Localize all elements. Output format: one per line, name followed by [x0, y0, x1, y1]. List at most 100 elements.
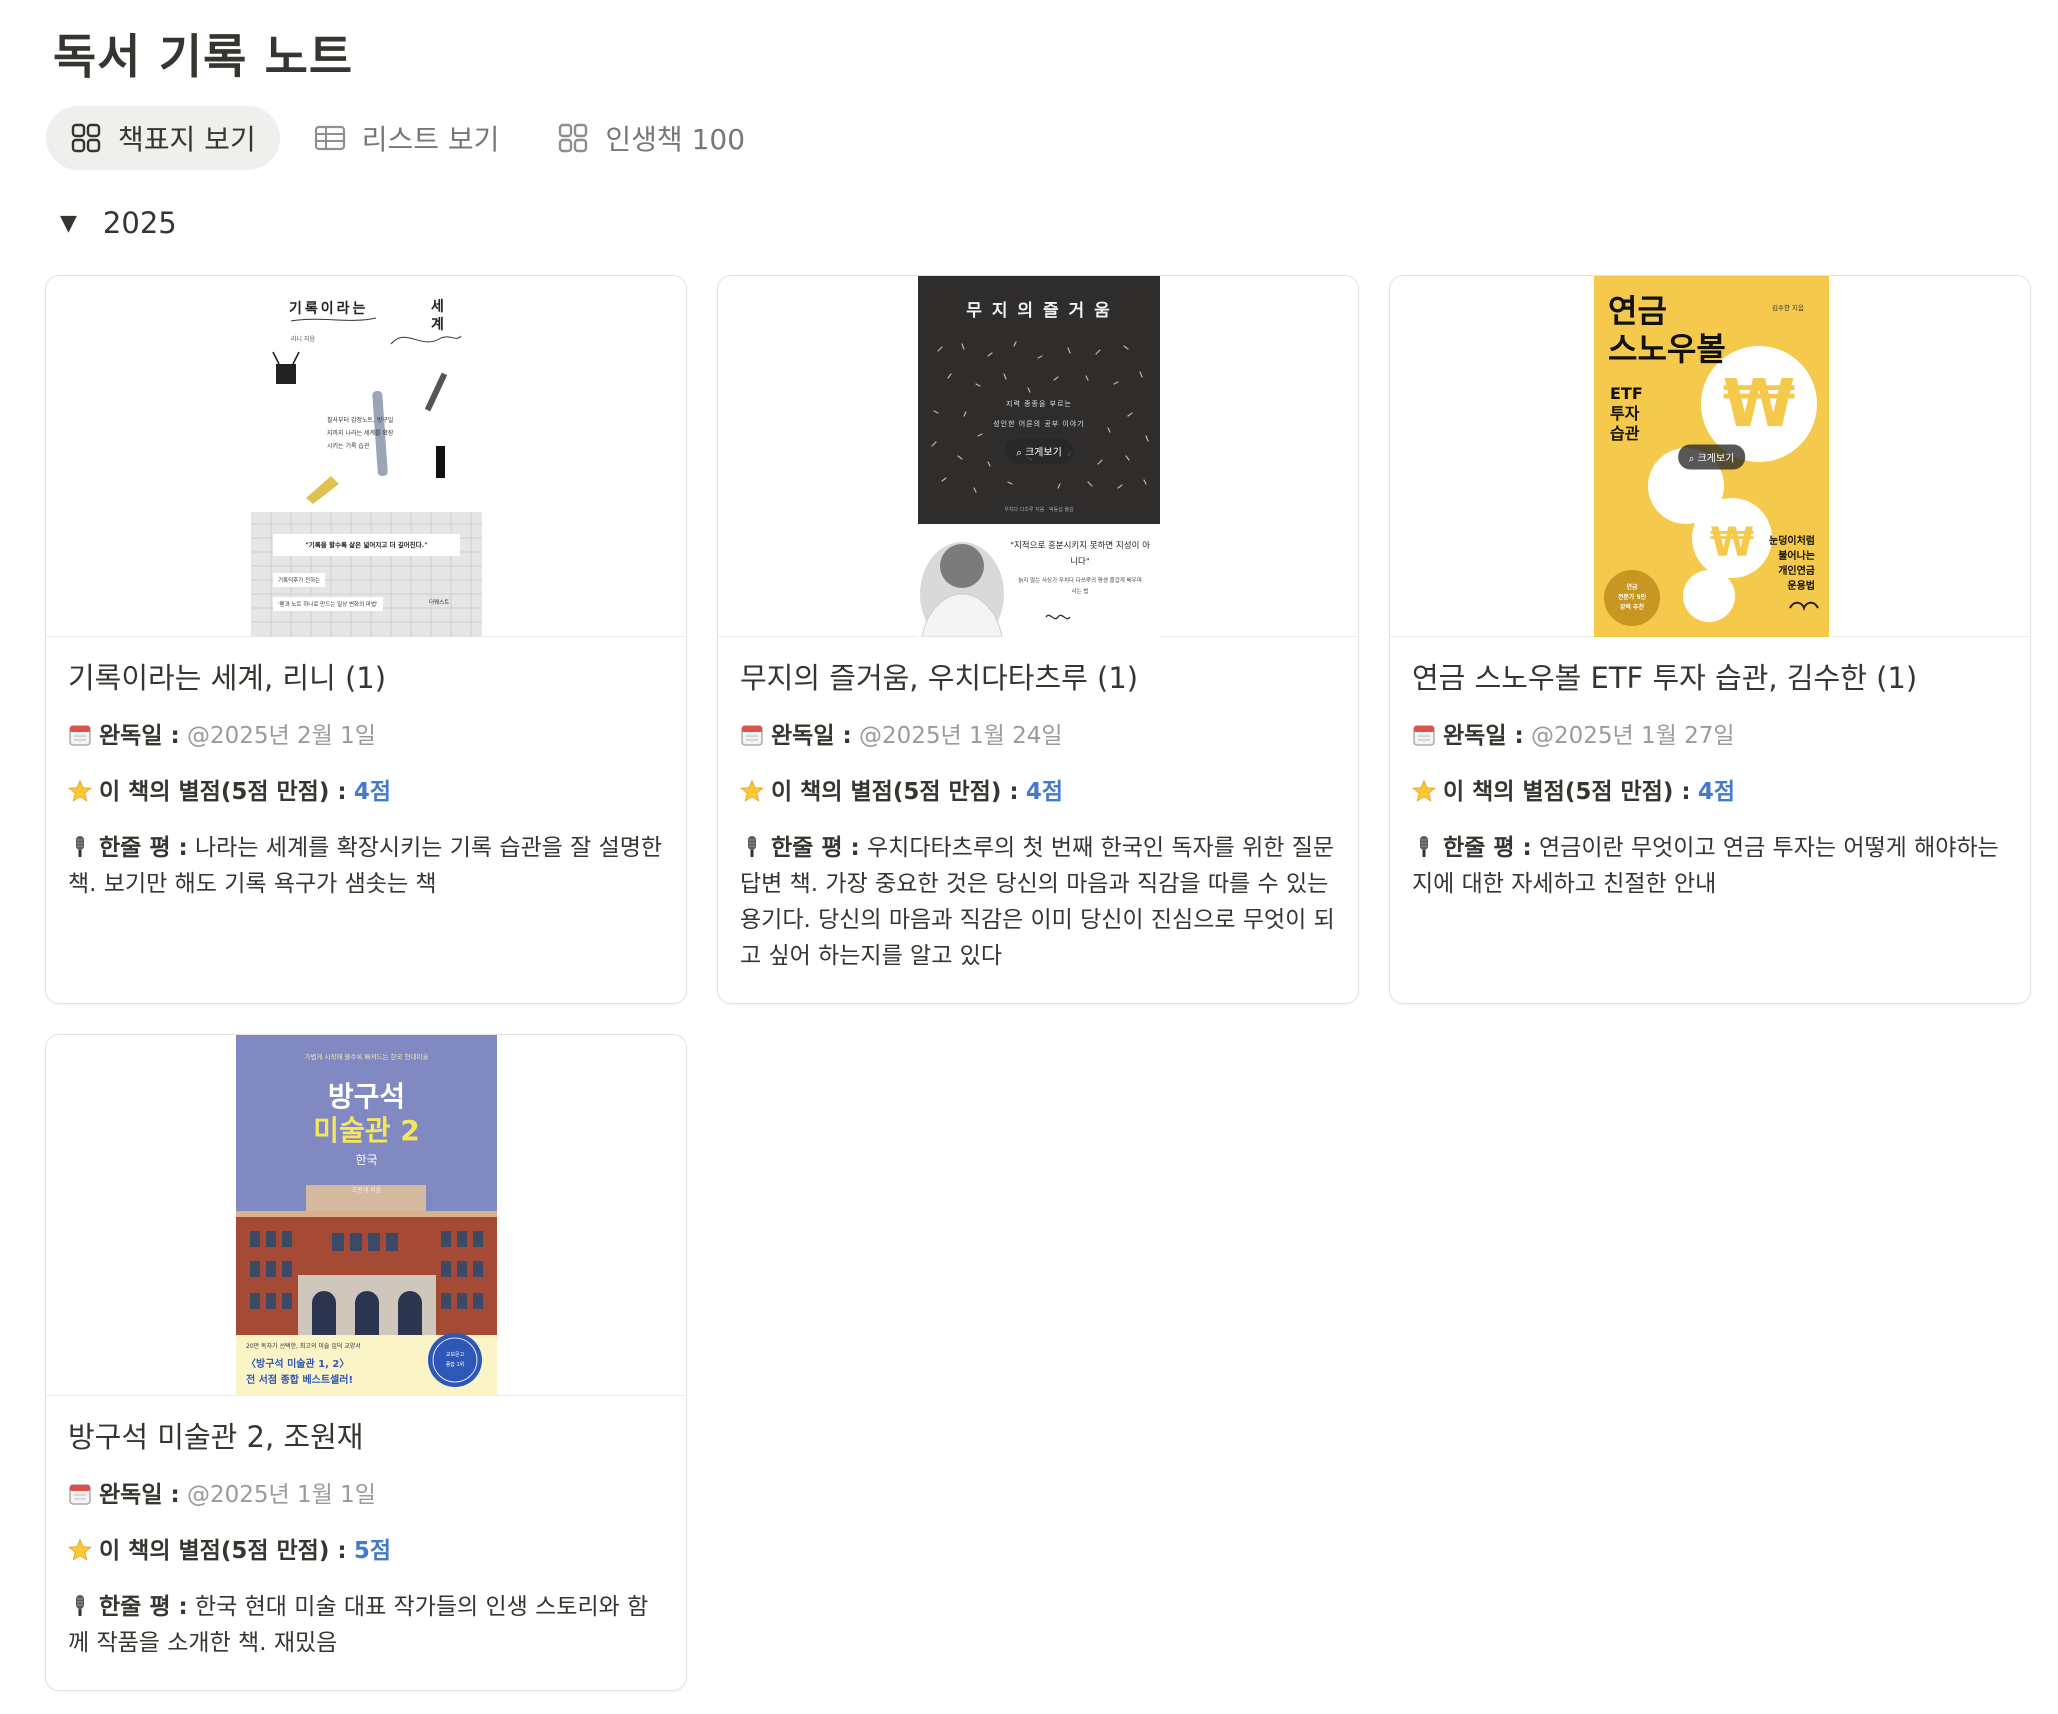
card-title[interactable]: 기록이라는 세계, 리니 (1)	[68, 658, 664, 698]
card-cover-area[interactable]: ₩ ₩ 연금 스노우볼 김수한 지음 ETF 투자 습관 ⌕ 크게보기 눈덩이처…	[1390, 276, 2030, 637]
rating-property: 이 책의 별점(5점 만점) : 4점	[68, 774, 664, 810]
gallery-icon	[559, 123, 588, 153]
calendar-icon	[1413, 725, 1435, 746]
cover-author: 리니 지음	[291, 336, 315, 343]
calendar-icon	[69, 1484, 91, 1505]
finish-date-value: @2025년 1월 24일	[859, 723, 1063, 749]
svg-text:₩: ₩	[1723, 365, 1796, 442]
cover-quote: "기록을 할수록 삶은 넓어지고 더 깊어진다."	[273, 534, 460, 556]
cover-line2: 성인한 어른의 공부 이야기	[993, 420, 1085, 428]
cover-sub: 늙지 않는 사상가 우치다 다쓰루의 평생 즐겁게 배우며 사는 법	[1018, 578, 1142, 595]
tab-gallery-view[interactable]: 책표지 보기	[46, 106, 280, 170]
review-property: 한줄 평 : 한국 현대 미술 대표 작가들의 인생 스토리와 함께 작품을 소…	[68, 1589, 664, 1661]
card-cover-area[interactable]: 가볍게 시작해 볼수록 빠져드는 한국 현대미술 방구석 미술관 2 한국 조원…	[46, 1035, 686, 1396]
tab-label: 책표지 보기	[118, 123, 256, 156]
cover-title-right: 세계	[431, 299, 444, 333]
book-cover-image[interactable]: 기록이라는 세계 리니 지음 필사부터 감정노트, 방구일지까지 나라는 세계를…	[251, 276, 482, 637]
book-cover-image[interactable]: 가볍게 시작해 볼수록 빠져드는 한국 현대미술 방구석 미술관 2 한국 조원…	[236, 1035, 497, 1396]
cover-author: 김수한 지음	[1772, 304, 1804, 312]
card-title[interactable]: 연금 스노우볼 ETF 투자 습관, 김수한 (1)	[1412, 658, 2008, 698]
caret-down-icon[interactable]: ▼	[60, 211, 77, 236]
book-card[interactable]: 가볍게 시작해 볼수록 빠져드는 한국 현대미술 방구석 미술관 2 한국 조원…	[45, 1034, 687, 1691]
card-cover-area[interactable]: 무 지 의 즐 거 움 지력 종종을 부르는 성인한 어른의 공부 이야기 ⌕ …	[718, 276, 1358, 637]
tab-life-books[interactable]: 인생책 100	[533, 106, 769, 170]
group-label: 2025	[102, 206, 177, 240]
review-label: 한줄 평 :	[771, 835, 860, 861]
cover-title2: 미술관 2	[313, 1114, 420, 1147]
calendar-icon	[69, 725, 91, 746]
microphone-icon	[748, 836, 756, 857]
star-icon	[68, 1538, 92, 1561]
finish-date-property: 완독일 : @2025년 1월 1일	[68, 1477, 664, 1513]
cover-sub: 한국	[355, 1153, 378, 1167]
cover-publisher: 더퀘스트	[429, 600, 450, 606]
rating-property: 이 책의 별점(5점 만점) : 4점	[740, 774, 1336, 810]
cover-tag4: 운용법	[1787, 581, 1815, 592]
book-card[interactable]: ₩ ₩ 연금 스노우볼 김수한 지음 ETF 투자 습관 ⌕ 크게보기 눈덩이처…	[1389, 275, 2031, 1004]
cover-tag2: 불어나는	[1778, 551, 1815, 562]
svg-text:₩: ₩	[1710, 520, 1754, 566]
group-toggle-2025[interactable]: ▼ 2025	[60, 206, 177, 240]
rating-label: 이 책의 별점(5점 만점) :	[771, 779, 1019, 805]
finish-date-property: 완독일 : @2025년 1월 24일	[740, 718, 1336, 754]
date-label: 완독일 :	[99, 723, 180, 749]
page-title: 독서 기록 노트	[53, 30, 354, 85]
card-title[interactable]: 무지의 즐거움, 우치다타츠루 (1)	[740, 658, 1336, 698]
book-cover-image[interactable]: ₩ ₩ 연금 스노우볼 김수한 지음 ETF 투자 습관 ⌕ 크게보기 눈덩이처…	[1594, 276, 1829, 637]
zoom-button[interactable]: ⌕ 크게보기	[1677, 444, 1746, 469]
search-icon: ⌕	[1688, 453, 1698, 464]
review-label: 한줄 평 :	[1443, 835, 1532, 861]
zoom-button[interactable]: ⌕ 크게보기	[1005, 438, 1073, 464]
cover-badge1: 연금	[1626, 584, 1638, 591]
cover-blurb: 필사부터 감정노트, 방구일지까지 나라는 세계를 확장시키는 기록 습관	[327, 417, 394, 450]
cover-sub1: ETF	[1610, 384, 1643, 403]
cover-tag: 기록덕후가 전하는	[273, 573, 326, 587]
view-tabs: 책표지 보기 리스트 보기 인생책 100	[46, 106, 769, 170]
date-label: 완독일 :	[1443, 723, 1524, 749]
cover-sub3: 습관	[1610, 424, 1640, 443]
finish-date-property: 완독일 : @2025년 2월 1일	[68, 718, 664, 754]
rating-label: 이 책의 별점(5점 만점) :	[99, 1538, 347, 1564]
review-property: 한줄 평 : 연금이란 무엇이고 연금 투자는 어떻게 해야하는지에 대한 자세…	[1412, 830, 2008, 902]
tab-list-view[interactable]: 리스트 보기	[290, 106, 524, 170]
cover-title1: 연금	[1608, 292, 1667, 330]
tab-label: 인생책 100	[605, 123, 746, 156]
cover-badge3: 강력 추천	[1619, 604, 1645, 611]
cover-top: 가볍게 시작해 볼수록 빠져드는 한국 현대미술	[304, 1053, 429, 1061]
review-label: 한줄 평 :	[99, 1594, 188, 1620]
rating-label: 이 책의 별점(5점 만점) :	[1443, 779, 1691, 805]
cover-quote: "지적으로 흥분시키지 못하면 지성이 아니다"	[1010, 541, 1150, 567]
rating-property: 이 책의 별점(5점 만점) : 4점	[1412, 774, 2008, 810]
star-icon	[1412, 779, 1436, 802]
book-card[interactable]: 기록이라는 세계 리니 지음 필사부터 감정노트, 방구일지까지 나라는 세계를…	[45, 275, 687, 1004]
cover-line1: 지력 종종을 부르는	[1006, 400, 1072, 408]
gallery-icon	[71, 123, 101, 153]
rating-value: 4점	[353, 779, 392, 805]
date-label: 완독일 :	[771, 723, 852, 749]
rating-value: 5점	[353, 1538, 392, 1564]
cover-author: 조원재 지음	[351, 1187, 382, 1194]
cover-banner2: 〈방구석 미술관 1, 2〉	[246, 1359, 350, 1370]
microphone-icon	[76, 836, 84, 857]
finish-date-value: @2025년 2월 1일	[187, 723, 376, 749]
microphone-icon	[1420, 836, 1428, 857]
cover-badge2: 전문가 5인	[1617, 594, 1647, 601]
book-cover-image[interactable]: 무 지 의 즐 거 움 지력 종종을 부르는 성인한 어른의 공부 이야기 ⌕ …	[918, 276, 1160, 637]
book-card[interactable]: 무 지 의 즐 거 움 지력 종종을 부르는 성인한 어른의 공부 이야기 ⌕ …	[717, 275, 1359, 1004]
table-icon	[314, 125, 345, 151]
search-icon: ⌕	[1016, 447, 1025, 459]
cover-tag3: 개인연금	[1778, 566, 1815, 577]
cover-seal1: 교보문고	[445, 1352, 465, 1358]
card-cover-area[interactable]: 기록이라는 세계 리니 지음 필사부터 감정노트, 방구일지까지 나라는 세계를…	[46, 276, 686, 637]
rating-label: 이 책의 별점(5점 만점) :	[99, 779, 347, 805]
review-property: 한줄 평 : 나라는 세계를 확장시키는 기록 습관을 잘 설명한 책. 보기만…	[68, 830, 664, 902]
star-icon	[740, 779, 764, 802]
cover-sub2: 투자	[1610, 404, 1640, 423]
cover-seal2: 종합 1위	[445, 1362, 465, 1368]
cover-author: 우치다 다츠루 지음 · 박동섭 옮김	[1004, 507, 1074, 513]
date-label: 완독일 :	[99, 1482, 180, 1508]
cover-subtitle: '펜과 노트 하나로 만드는 일상 변화의 마법'	[273, 597, 383, 611]
cover-title: 무 지 의 즐 거 움	[966, 301, 1112, 321]
review-label: 한줄 평 :	[99, 835, 188, 861]
card-title[interactable]: 방구석 미술관 2, 조원재	[68, 1417, 664, 1457]
